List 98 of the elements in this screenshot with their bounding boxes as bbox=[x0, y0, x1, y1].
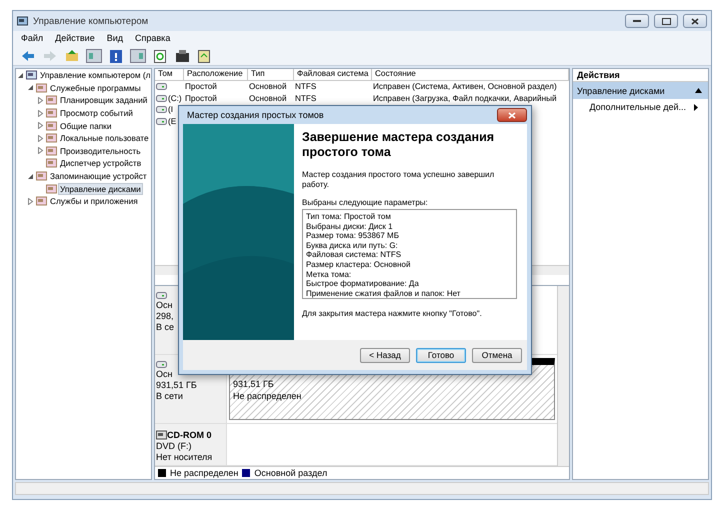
properties-icon[interactable] bbox=[173, 48, 191, 64]
disk-info: 298, bbox=[156, 311, 174, 321]
tree-item[interactable]: Диспетчер устройств bbox=[58, 157, 144, 170]
drive-icon bbox=[156, 106, 167, 114]
disk-info: Осн bbox=[156, 368, 172, 379]
table-cell: (E bbox=[168, 116, 176, 126]
dialog-button[interactable]: Отмена bbox=[472, 348, 522, 362]
partition-status: Не распределен bbox=[233, 390, 302, 401]
drive-icon bbox=[156, 83, 167, 90]
menu-item[interactable]: Вид bbox=[106, 33, 124, 45]
disk-info: Осн bbox=[156, 300, 172, 310]
column-header[interactable]: Расположение bbox=[184, 69, 248, 80]
minimize-icon bbox=[633, 20, 641, 22]
menu-item[interactable]: Действие bbox=[55, 33, 95, 45]
disk-title: CD-ROM 0 bbox=[167, 430, 212, 440]
vertical-scrollbar[interactable] bbox=[557, 286, 569, 466]
expanded-icon[interactable] bbox=[17, 72, 24, 79]
tree-item-icon bbox=[36, 196, 47, 206]
collapsed-icon[interactable] bbox=[37, 110, 44, 117]
footer-text: Для закрытия мастера нажмите кнопку "Готово". bbox=[302, 309, 483, 319]
dialog-title: Мастер создания простых томов bbox=[187, 110, 324, 120]
tree-item-icon bbox=[46, 108, 57, 118]
close-icon bbox=[508, 112, 516, 118]
column-header[interactable]: Файловая система bbox=[294, 69, 372, 80]
collapsed-icon[interactable] bbox=[37, 147, 44, 154]
maximize-icon bbox=[662, 18, 670, 24]
action-item[interactable]: Дополнительные дей... bbox=[573, 99, 708, 112]
close-icon bbox=[691, 18, 699, 24]
table-cell: Основной bbox=[249, 82, 287, 92]
params-label: Выбраны следующие параметры: bbox=[302, 198, 429, 208]
collapsed-icon[interactable] bbox=[37, 96, 44, 104]
window-title: Управление компьютером bbox=[33, 16, 150, 26]
tree-item-icon bbox=[36, 82, 47, 93]
panel-icon[interactable] bbox=[85, 48, 103, 64]
collapsed-icon[interactable] bbox=[27, 198, 34, 205]
table-cell: Основной bbox=[249, 94, 287, 103]
minimize-button[interactable] bbox=[625, 14, 649, 28]
computer-icon bbox=[17, 16, 28, 26]
tree-item-icon bbox=[26, 70, 37, 80]
collapse-icon bbox=[695, 88, 702, 93]
column-header[interactable]: Тип bbox=[248, 69, 294, 80]
table-cell: (I bbox=[168, 105, 174, 114]
drive-icon bbox=[156, 118, 167, 125]
table-cell: (C:) bbox=[168, 94, 182, 103]
actions-section[interactable]: Управление дисками bbox=[573, 82, 708, 99]
tree-item-icon bbox=[46, 120, 57, 131]
tree-item[interactable]: Управление компьютером (л bbox=[38, 69, 151, 82]
table-cell: NTFS bbox=[295, 82, 316, 92]
legend-label: Основной раздел bbox=[254, 468, 328, 478]
table-cell: Простой bbox=[185, 82, 217, 92]
column-header[interactable]: Состояние bbox=[372, 69, 569, 80]
refresh-icon[interactable] bbox=[151, 48, 169, 64]
disk-info: В се bbox=[156, 322, 174, 332]
table-cell: Исправен (Система, Активен, Основной раздел) bbox=[373, 82, 557, 92]
table-cell: Исправен (Загрузка, Файл подкачки, Аварийный bbox=[373, 94, 557, 103]
panel-icon[interactable] bbox=[129, 48, 147, 64]
tree-item[interactable]: Планировщик заданий bbox=[58, 94, 150, 106]
disk-info: В сети bbox=[156, 390, 183, 401]
tree-item[interactable]: Служебные программы bbox=[48, 82, 143, 94]
close-button[interactable] bbox=[683, 14, 707, 28]
table-cell: Простой bbox=[185, 94, 217, 103]
document-icon[interactable] bbox=[195, 48, 213, 64]
tree-item-icon bbox=[46, 133, 57, 144]
table-cell: NTFS bbox=[295, 94, 316, 103]
legend-label: Не распределен bbox=[170, 468, 238, 478]
dialog-heading: Завершение мастера создания простого тома bbox=[302, 130, 496, 160]
menu-item[interactable]: Файл bbox=[21, 33, 44, 45]
expanded-icon[interactable] bbox=[27, 172, 34, 180]
disk-info: 931,51 ГБ bbox=[156, 380, 197, 390]
tree-item-icon bbox=[46, 146, 57, 156]
intro-text: Мастер создания простого тома успешно завершил работу. bbox=[302, 170, 496, 190]
params-list: Тип тома: Простой том Выбраны диски: Диск 1 Размер тома: 953867 МБ Буква диска или путь: G: Файловая система: NTFS Размер кластера: Основной Метка тома: Быстрое форматирование: Да Применение сжатия файлов и папок: Нет bbox=[302, 209, 517, 299]
menu-item[interactable]: Справка bbox=[135, 33, 170, 45]
tree-item[interactable]: Службы и приложения bbox=[48, 195, 140, 208]
tree-item-icon bbox=[46, 158, 57, 168]
help-icon[interactable] bbox=[107, 48, 125, 64]
collapsed-icon[interactable] bbox=[37, 122, 44, 130]
tree-item-icon bbox=[46, 184, 57, 194]
tree-item[interactable]: Просмотр событий bbox=[58, 107, 135, 120]
tree-item[interactable]: Локальные пользовате bbox=[58, 132, 151, 144]
tree-item[interactable]: Производительность bbox=[58, 144, 143, 157]
maximize-button[interactable] bbox=[654, 14, 678, 28]
dialog-button[interactable]: < Назад bbox=[360, 348, 410, 362]
partition-size: 931,51 ГБ bbox=[233, 378, 274, 389]
drive-icon bbox=[156, 94, 167, 102]
column-header[interactable]: Том bbox=[155, 69, 184, 80]
dialog-button[interactable]: Готово bbox=[416, 348, 466, 362]
tree-item[interactable]: Управление дисками bbox=[58, 182, 143, 195]
tree-item[interactable]: Общие папки bbox=[58, 120, 114, 132]
tree-item-icon bbox=[36, 171, 47, 182]
close-button[interactable] bbox=[497, 108, 527, 122]
disk-info: DVD (F:) bbox=[156, 440, 192, 451]
collapsed-icon[interactable] bbox=[37, 134, 44, 142]
tree-item-icon bbox=[46, 95, 57, 106]
tree-item[interactable]: Запоминающие устройст bbox=[48, 170, 149, 182]
expanded-icon[interactable] bbox=[27, 84, 34, 92]
submenu-arrow-icon bbox=[694, 104, 698, 110]
disk-info: Нет носителя bbox=[156, 452, 212, 462]
